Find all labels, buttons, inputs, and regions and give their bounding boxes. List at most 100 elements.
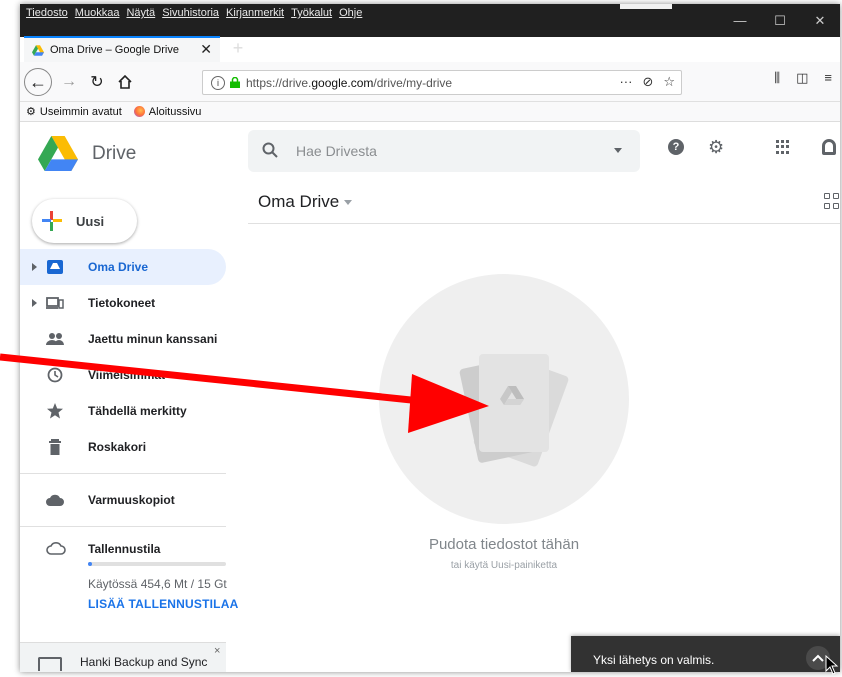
bookmark-most-visited[interactable]: Useimmin avatut [40, 106, 122, 118]
sidebar-item-label: Oma Drive [88, 260, 149, 274]
gear-icon: ⚙ [26, 106, 36, 118]
apps-grid-icon[interactable] [776, 140, 790, 154]
sidebar-item-label: Roskakori [88, 440, 147, 454]
menu-bookmarks[interactable]: Kirjanmerkit [226, 7, 284, 19]
new-button[interactable]: Uusi [32, 199, 137, 243]
search-options-icon[interactable] [614, 148, 622, 153]
reload-button[interactable]: ↻ [84, 69, 110, 95]
drop-subtitle: tai käytä Uusi-painiketta [450, 560, 558, 571]
back-button[interactable]: ← [24, 68, 52, 96]
sidebar-divider [20, 473, 226, 474]
backup-promo[interactable]: Hanki Backup and Sync × [20, 642, 226, 672]
expand-arrow-icon[interactable] [32, 263, 37, 271]
storage-used-text: Käytössä 454,6 Mt / 15 Gt [88, 577, 227, 591]
drive-brand[interactable]: Drive [38, 136, 136, 171]
notifications-icon[interactable] [822, 139, 837, 155]
sidebar-item-label: Tietokoneet [88, 296, 156, 310]
maximize-button[interactable]: ☐ [760, 4, 800, 37]
more-actions-icon[interactable]: ··· [619, 74, 632, 90]
close-icon[interactable]: × [214, 645, 220, 657]
menu-edit[interactable]: Muokkaa [75, 7, 120, 19]
lock-icon[interactable] [230, 77, 240, 88]
nav-bar: ← → ↻ i https://drive.google.com/drive/m… [20, 62, 840, 102]
search-icon[interactable] [262, 142, 278, 158]
tab-title: Oma Drive – Google Drive [50, 44, 179, 56]
drive-app: Drive Hae Drivesta ? ⚙ Uusi Oma Drive Ti… [20, 122, 840, 672]
sidebar-item-trash[interactable]: Roskakori [20, 429, 226, 465]
firefox-icon [133, 106, 145, 117]
sidebar-divider [20, 526, 226, 527]
library-icon[interactable]: ⫼ [774, 70, 780, 86]
buy-storage-link[interactable]: LISÄÄ TALLENNUSTILAA [88, 597, 238, 611]
drop-title: Pudota tiedostot tähän [428, 536, 580, 553]
trash-icon [49, 439, 61, 455]
help-icon[interactable]: ? [668, 139, 684, 155]
forward-button[interactable]: → [56, 69, 82, 95]
info-icon[interactable]: i [211, 75, 225, 90]
bookmark-start-page[interactable]: Aloitussivu [149, 106, 202, 118]
chevron-down-icon[interactable] [344, 200, 352, 205]
storage-cloud-icon [46, 542, 66, 555]
expand-arrow-icon[interactable] [32, 299, 37, 307]
sidebar-item-computers[interactable]: Tietokoneet [20, 285, 226, 321]
toolbar-right: ⫼ ◫ ≡ [774, 70, 832, 86]
plus-icon [42, 211, 62, 231]
settings-gear-icon[interactable]: ⚙ [708, 138, 724, 156]
url-actions: ··· ⊘ ☆ [619, 74, 675, 90]
sidebar-item-backups[interactable]: Varmuuskopiot [20, 482, 226, 518]
menu-help[interactable]: Ohje [339, 7, 362, 19]
bookmarks-bar: ⚙ Useimmin avatut Aloitussivu [20, 102, 840, 122]
sidebar-item-label: Tähdellä merkitty [88, 404, 187, 418]
window-controls: — ☐ ✕ [720, 4, 840, 37]
storage-fill [88, 562, 93, 566]
menu-view[interactable]: Näytä [126, 7, 155, 19]
browser-window: Tiedosto Muokkaa Näytä Sivuhistoria Kirj… [20, 4, 840, 672]
title-bar: Tiedosto Muokkaa Näytä Sivuhistoria Kirj… [20, 4, 840, 37]
sidebar-nav: Oma Drive Tietokoneet Jaettu minun kanss… [20, 249, 226, 535]
title-bar-strip [620, 4, 672, 9]
drop-zone[interactable] [379, 274, 629, 524]
my-drive-icon [47, 260, 63, 274]
page-title[interactable]: Oma Drive [258, 192, 339, 212]
tab-google-drive[interactable]: Oma Drive – Google Drive ✕ [24, 36, 220, 62]
search-input[interactable]: Hae Drivesta [296, 143, 377, 159]
sidebar-icon[interactable]: ◫ [796, 70, 808, 86]
sidebar-item-starred[interactable]: Tähdellä merkitty [20, 393, 226, 429]
sidebar-item-my-drive[interactable]: Oma Drive [20, 249, 226, 285]
arrow-right-icon: → [61, 73, 77, 90]
menu-file[interactable]: Tiedosto [26, 7, 68, 19]
new-button-label: Uusi [76, 213, 105, 229]
drive-header: Drive Hae Drivesta ? ⚙ [20, 122, 840, 178]
sidebar-item-label: Varmuuskopiot [88, 493, 175, 507]
url-text: https://drive.google.com/drive/my-drive [246, 75, 453, 90]
drive-logo-icon [38, 136, 78, 171]
menu-tools[interactable]: Työkalut [291, 7, 332, 19]
drive-title: Drive [92, 142, 137, 164]
close-window-button[interactable]: ✕ [800, 4, 840, 37]
sidebar-item-label: Viimeisimmät [88, 368, 166, 382]
storage-bar [88, 562, 226, 566]
arrow-left-icon: ← [29, 71, 47, 92]
upload-status-snackbar[interactable]: Yksi lähetys on valmis. [571, 636, 840, 672]
sidebar-item-shared[interactable]: Jaettu minun kanssani [20, 321, 226, 357]
grid-view-icon[interactable] [824, 193, 840, 209]
address-bar[interactable]: i https://drive.google.com/drive/my-driv… [202, 70, 682, 95]
tab-close-icon[interactable]: ✕ [200, 41, 212, 58]
shared-icon [46, 333, 64, 345]
storage-label[interactable]: Tallennustila [88, 542, 160, 556]
pocket-icon[interactable]: ⊘ [642, 74, 653, 90]
menu-bar: Tiedosto Muokkaa Näytä Sivuhistoria Kirj… [26, 7, 362, 19]
hamburger-menu-icon[interactable]: ≡ [824, 70, 832, 86]
new-tab-button[interactable]: + [228, 36, 248, 60]
upload-status-text: Yksi lähetys on valmis. [593, 653, 715, 667]
files-illustration-icon [459, 354, 569, 467]
search-box[interactable]: Hae Drivesta [248, 130, 640, 172]
sidebar-item-label: Jaettu minun kanssani [88, 332, 218, 346]
home-button[interactable] [112, 69, 138, 95]
laptop-icon [38, 657, 62, 671]
minimize-button[interactable]: — [720, 4, 760, 37]
menu-history[interactable]: Sivuhistoria [162, 7, 219, 19]
drive-logo-icon [32, 44, 44, 56]
sidebar-item-recent[interactable]: Viimeisimmät [20, 357, 226, 393]
bookmark-star-icon[interactable]: ☆ [663, 74, 675, 90]
